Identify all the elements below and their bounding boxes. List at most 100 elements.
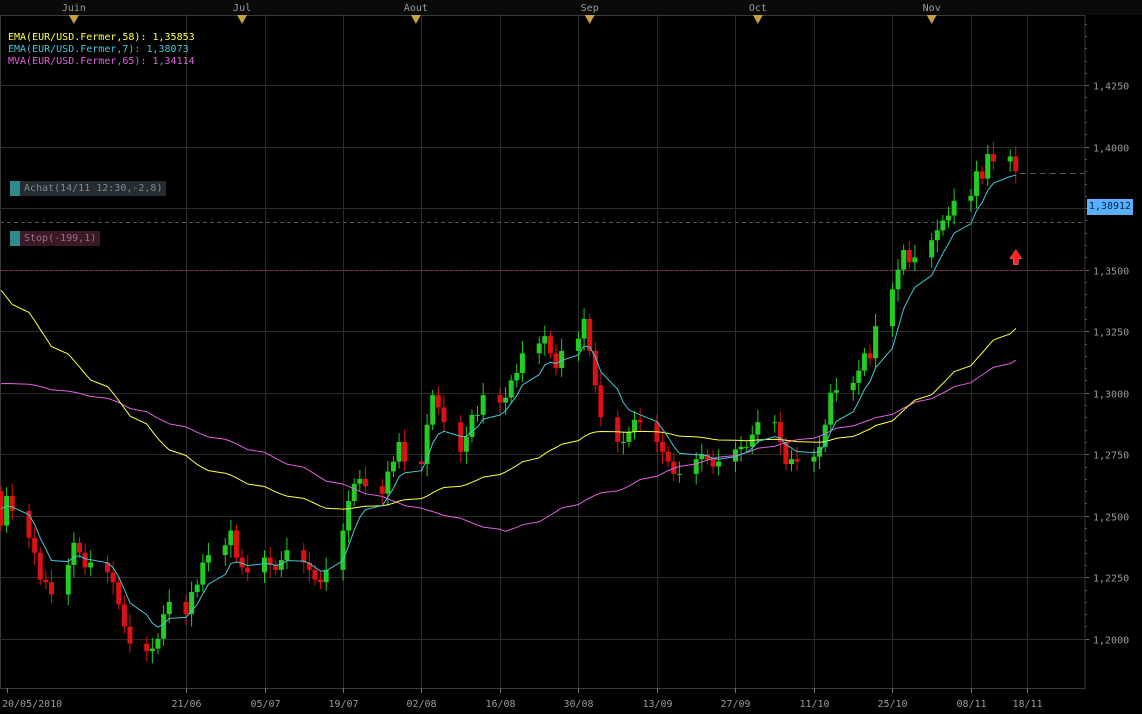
candle-body (946, 215, 952, 221)
month-marker (584, 15, 595, 24)
month-marker (410, 15, 421, 24)
candle-body (228, 530, 234, 546)
candle-body (867, 353, 873, 359)
candlestick-chart: 1,2000 1,2250 1,2500 1,2750 1,3000 1,3250 1,35… (0, 0, 1142, 710)
candle-body (43, 579, 49, 583)
month-label: Oct (749, 3, 767, 14)
candle-body (856, 370, 862, 383)
mva65-line (0, 359, 1017, 532)
candle-body (200, 562, 206, 585)
candle-body (205, 555, 211, 563)
candle-body (318, 579, 324, 583)
candle-body (514, 373, 520, 381)
x-tick-label: 20/05/2010 (2, 699, 62, 710)
x-tick-label: 11/10 (799, 699, 829, 710)
candle-body (615, 417, 621, 442)
candle-body (396, 441, 402, 462)
month-marker (68, 15, 79, 24)
candle-body (626, 432, 632, 442)
stop-order-tag[interactable]: Stop(-199,1) (10, 231, 101, 246)
candle-body (312, 569, 318, 580)
candle-body (144, 643, 150, 652)
y-tick-label: 1,2500 (1093, 513, 1129, 524)
plot-frame (0, 15, 1086, 689)
y-tick-label: 1,2250 (1093, 574, 1129, 585)
candle-body (194, 584, 200, 593)
candle-body (323, 569, 329, 583)
buy-signal-arrow (1009, 249, 1023, 265)
candle-body (1007, 156, 1013, 162)
buy-order-tag[interactable]: Achat(14/11 12:30,-2,8) (10, 181, 167, 196)
candle-body (418, 461, 424, 465)
candle-body (379, 486, 385, 494)
month-label: Sep (581, 3, 599, 14)
candle-body (116, 582, 122, 605)
legend-ema7: EMA(EUR/USD.Fermer,7): 1,38073 (8, 44, 189, 55)
x-tick-label: 19/07 (328, 699, 358, 710)
candle-body (755, 422, 761, 435)
x-tick-label: 27/09 (720, 699, 750, 710)
chart-legend: EMA(EUR/USD.Fermer,58): 1,35853 EMA(EUR/… (8, 32, 195, 68)
candle-body (390, 461, 396, 472)
candle-body (48, 582, 54, 595)
candle-body (469, 414, 475, 438)
candle-body (245, 567, 251, 573)
candle-body (82, 552, 88, 568)
candle-body (121, 604, 127, 627)
candle-body (587, 318, 593, 351)
candle-body (340, 530, 346, 570)
candle-body (547, 336, 553, 354)
stop-order-handle[interactable] (10, 231, 20, 246)
y-tick-label: 1,4250 (1093, 82, 1129, 93)
candle-body (676, 473, 682, 475)
x-tick-label: 25/10 (877, 699, 907, 710)
candle-body (362, 478, 368, 487)
x-tick-label: 16/08 (485, 699, 515, 710)
candle-body (710, 459, 716, 467)
candle-body (4, 496, 10, 526)
candle-body (435, 395, 441, 408)
candle-body (693, 459, 699, 474)
candle-body (990, 154, 996, 162)
candle-body (233, 530, 239, 558)
candle-body (458, 422, 464, 452)
x-tick-label: 18/11 (1012, 699, 1042, 710)
candle-body (861, 353, 867, 371)
candle-body (632, 419, 638, 433)
month-header (0, 0, 1142, 15)
candle-body (161, 614, 167, 639)
month-marker (926, 15, 937, 24)
month-label: Jul (233, 3, 251, 14)
candle-body (772, 422, 778, 424)
candle-body (738, 446, 744, 450)
candle-body (480, 395, 486, 415)
candle-body (262, 557, 268, 573)
candle-body (346, 500, 352, 531)
x-tick-label: 30/08 (563, 699, 593, 710)
candle-body (166, 601, 172, 615)
candle-body (929, 240, 935, 258)
candle-body (9, 496, 15, 511)
legend-mva65: MVA(EUR/USD.Fermer,65): 1,34114 (8, 56, 195, 67)
candle-body (1013, 156, 1019, 172)
candle-body (789, 459, 795, 465)
candle-body (906, 249, 912, 263)
candle-body (503, 397, 509, 403)
candle-body (110, 572, 116, 583)
x-tick-label: 08/11 (956, 699, 986, 710)
candle-body (32, 537, 38, 553)
candle-body (794, 459, 800, 462)
candle-body (402, 441, 408, 462)
candle-body (974, 171, 980, 196)
candle-body (222, 545, 228, 556)
candle-body (441, 407, 447, 423)
month-label: Aout (404, 3, 428, 14)
candle-body (598, 385, 604, 418)
buy-order-handle[interactable] (10, 181, 20, 196)
candle-body (65, 564, 71, 595)
candle-body (660, 441, 666, 452)
candle-body (637, 419, 643, 423)
y-tick-label: 1,3000 (1093, 390, 1129, 401)
y-tick-label: 1,2750 (1093, 451, 1129, 462)
legend-ema58: EMA(EUR/USD.Fermer,58): 1,35853 (8, 32, 195, 43)
